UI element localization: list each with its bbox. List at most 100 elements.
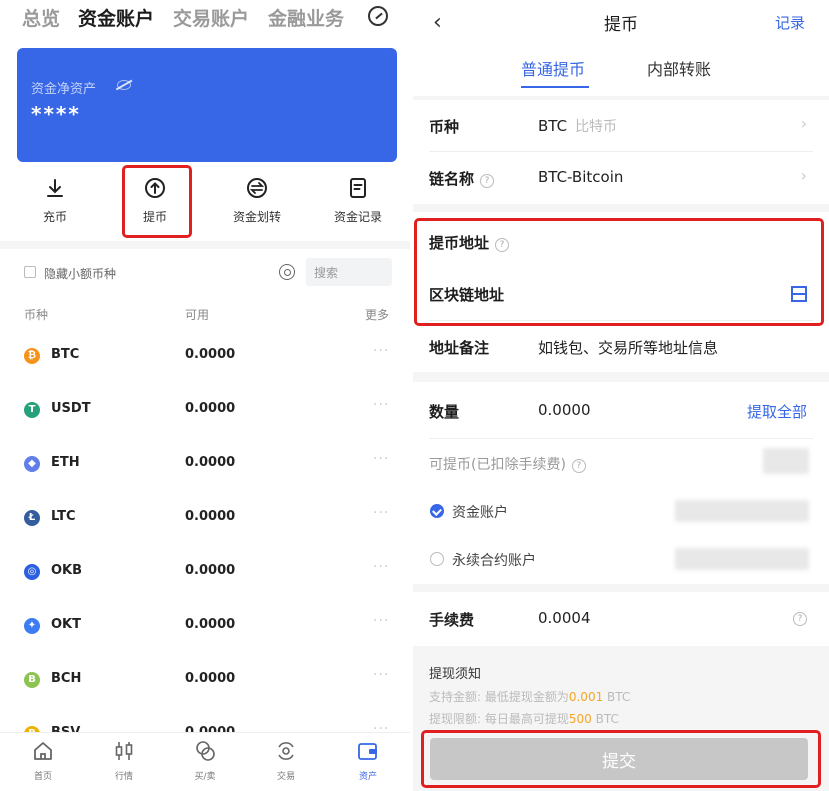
unchecked-radio-icon (430, 552, 444, 566)
trade-icon (278, 742, 294, 760)
search-input[interactable]: 搜索 (306, 258, 392, 286)
page-title: 提币 (604, 15, 638, 35)
records-link[interactable]: 记录 (775, 12, 805, 33)
address-label: 提币地址? (429, 232, 510, 253)
coin-icon: T (24, 402, 40, 418)
withdraw-all-button[interactable]: 提取全部 (747, 401, 807, 422)
coin-icon: ◎ (24, 564, 40, 580)
notice-title: 提现须知 (429, 667, 482, 682)
notice-limit-unit: BTC (591, 712, 619, 726)
amount-row: 数量 0.0000 提取全部 (413, 382, 829, 438)
chain-select-row[interactable]: 链名称? BTC-Bitcoin › (413, 152, 829, 204)
funding-balance-redacted (675, 500, 809, 522)
home-icon (34, 742, 52, 760)
more-dots-icon[interactable]: ··· (373, 667, 389, 683)
withdraw-header: ‹ 提币 记录 普通提币 内部转账 (413, 0, 829, 96)
fee-value: 0.0004 (538, 609, 591, 627)
bottom-nav-trade[interactable]: 交易 (256, 739, 316, 782)
more-dots-icon[interactable]: ··· (373, 343, 389, 359)
coin-row[interactable]: Ł LTC 0.0000 ··· (0, 491, 410, 545)
withdraw-button[interactable]: 提币 (115, 176, 195, 225)
fund-transfer-button[interactable]: 资金划转 (217, 176, 297, 225)
wallet-icon (358, 743, 377, 760)
section-divider (0, 241, 410, 249)
notice-limit-value: 500 (568, 712, 592, 726)
coin-symbol: LTC (51, 509, 76, 524)
more-dots-icon[interactable]: ··· (373, 505, 389, 521)
coin-symbol: BTC (538, 117, 568, 135)
top-nav: 总览 资金账户 交易账户 金融业务 (0, 0, 410, 36)
net-asset-value: **** (31, 102, 81, 126)
swap-account-option[interactable]: 永续合约账户 (413, 536, 829, 584)
hide-small-checkbox[interactable] (24, 266, 36, 278)
history-clock-icon[interactable] (368, 6, 388, 26)
tab-normal-withdraw[interactable]: 普通提币 (521, 56, 585, 80)
coin-row[interactable]: ◆ ETH 0.0000 ··· (0, 437, 410, 491)
funding-account-option[interactable]: 资金账户 (413, 488, 829, 536)
coin-available: 0.0000 (185, 617, 236, 632)
address-label-text: 提币地址 (429, 234, 490, 252)
header-more: 更多 (365, 308, 390, 322)
address-section: 提币地址? 区块链地址 地址备注 如钱包、交易所等地址信息 (413, 212, 829, 372)
coin-icon: B (24, 672, 40, 688)
hide-balance-eye-icon[interactable] (117, 80, 131, 90)
coin-icon: ◆ (24, 456, 40, 472)
coin-row[interactable]: T USDT 0.0000 ··· (0, 383, 410, 437)
help-icon[interactable]: ? (480, 174, 495, 188)
help-icon[interactable]: ? (793, 612, 807, 626)
scan-qr-icon[interactable] (791, 286, 807, 302)
help-icon[interactable]: ? (571, 459, 586, 473)
bottom-nav-assets[interactable]: 资产 (338, 739, 398, 782)
address-row: 提币地址? 区块链地址 (413, 212, 829, 316)
bottom-nav-buy-sell[interactable]: 买/卖 (175, 739, 235, 782)
candlestick-icon (115, 742, 133, 760)
coin-select-row[interactable]: 币种 BTC 比特币 › (413, 100, 829, 152)
chevron-right-icon: › (800, 114, 807, 133)
coin-row[interactable]: B BCH 0.0000 ··· (0, 653, 410, 707)
coin-symbol: ETH (51, 455, 80, 470)
bottom-nav: 首页 行情 买/卖 交易 资产 (0, 732, 410, 791)
chain-value: BTC-Bitcoin (538, 168, 624, 186)
nav-tab-overview[interactable]: 总览 (22, 4, 60, 31)
coin-symbol: OKB (51, 563, 83, 578)
more-dots-icon[interactable]: ··· (373, 397, 389, 413)
notice-min-value: 0.001 (568, 690, 604, 704)
coin-available: 0.0000 (185, 671, 236, 686)
coin-label: 币种 (429, 118, 460, 136)
memo-input[interactable]: 如钱包、交易所等地址信息 (538, 337, 718, 358)
amount-input[interactable]: 0.0000 (538, 401, 591, 419)
coin-row[interactable]: ◎ OKB 0.0000 ··· (0, 545, 410, 599)
help-icon[interactable]: ? (495, 238, 510, 252)
records-icon (350, 178, 366, 198)
nav-tab-funding-account[interactable]: 资金账户 (78, 4, 154, 31)
withdraw-icon (145, 178, 165, 198)
coin-available: 0.0000 (185, 455, 236, 470)
fund-records-button[interactable]: 资金记录 (318, 176, 398, 225)
more-dots-icon[interactable]: ··· (373, 451, 389, 467)
coin-available: 0.0000 (185, 563, 236, 578)
submit-button[interactable]: 提交 (430, 738, 808, 780)
notice-min-prefix: 支持金额: 最低提现金额为 (429, 690, 569, 704)
chevron-right-icon: › (800, 166, 807, 185)
coin-chain-section: 币种 BTC 比特币 › 链名称? BTC-Bitcoin › (413, 100, 829, 204)
deposit-label: 充币 (42, 210, 67, 224)
coin-icon: ₿ (24, 348, 40, 364)
notice-min-unit: BTC (603, 690, 631, 704)
amount-section: 数量 0.0000 提取全部 可提币(已扣除手续费)? 资金账户 永续合约账户 (413, 382, 829, 584)
coin-value: BTC 比特币 (538, 116, 617, 136)
coin-row[interactable]: ₿ BTC 0.0000 ··· (0, 329, 410, 383)
bottom-nav-home[interactable]: 首页 (13, 739, 73, 782)
address-input[interactable]: 区块链地址 (429, 284, 504, 305)
bottom-nav-market[interactable]: 行情 (94, 739, 154, 782)
chain-label: 链名称? (429, 168, 495, 189)
nav-tab-financial-business[interactable]: 金融业务 (268, 4, 344, 31)
deposit-button[interactable]: 充币 (15, 176, 95, 225)
coin-row[interactable]: ✦ OKT 0.0000 ··· (0, 599, 410, 653)
coin-symbol: USDT (51, 401, 91, 416)
nav-tab-trading-account[interactable]: 交易账户 (173, 4, 249, 31)
more-dots-icon[interactable]: ··· (373, 613, 389, 629)
coin-table-header: 币种 可用 更多 (0, 300, 410, 324)
more-dots-icon[interactable]: ··· (373, 559, 389, 575)
tab-internal-transfer[interactable]: 内部转账 (647, 56, 711, 80)
filter-icon[interactable] (279, 264, 295, 280)
